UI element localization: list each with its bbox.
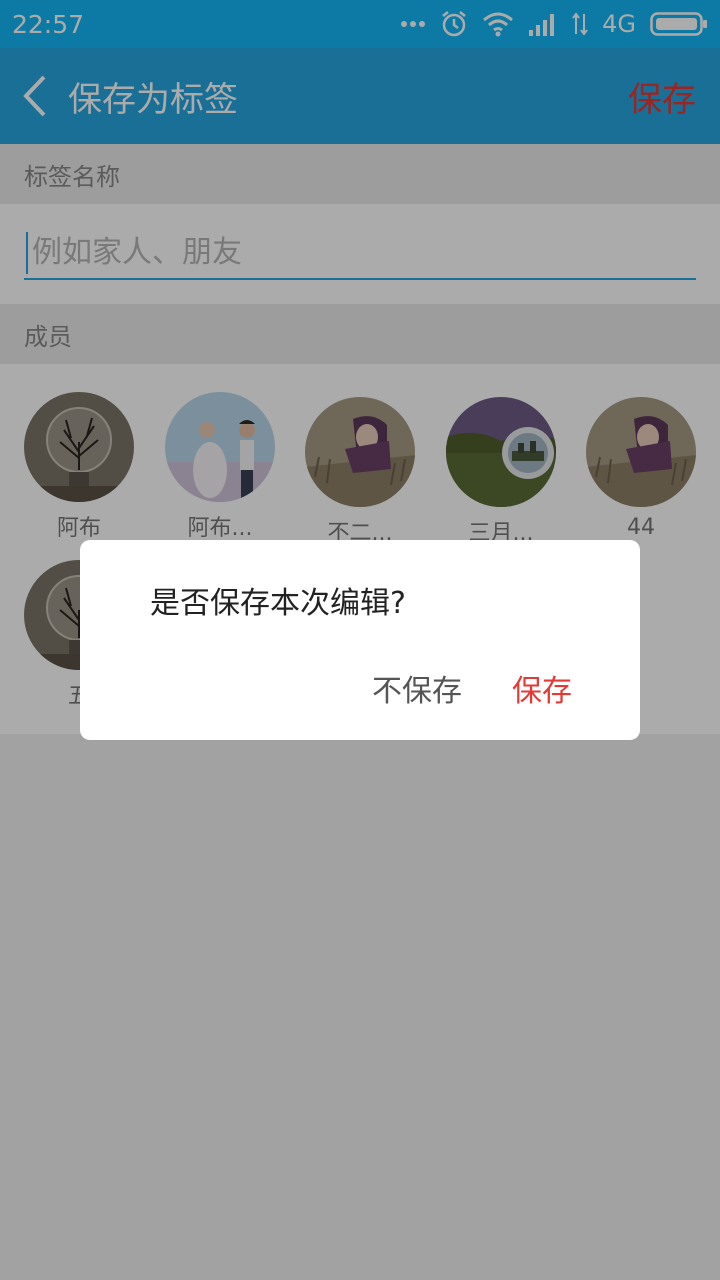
save-confirm-dialog: 是否保存本次编辑? 不保存 保存: [80, 540, 640, 740]
dont-save-button[interactable]: 不保存: [372, 666, 462, 710]
confirm-save-button[interactable]: 保存: [512, 666, 572, 710]
dialog-message: 是否保存本次编辑?: [150, 586, 406, 621]
